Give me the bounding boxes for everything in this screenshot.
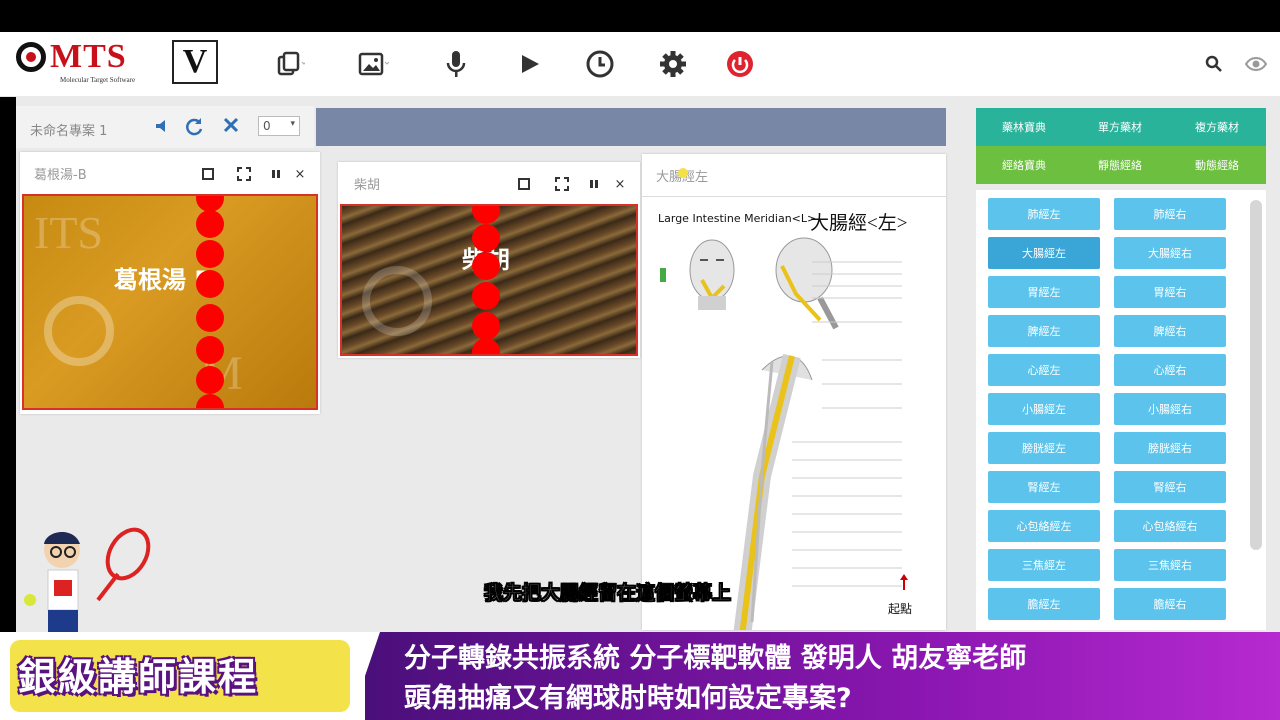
meridian-button[interactable]: 腎經左 bbox=[988, 471, 1100, 503]
meridian-illustration bbox=[660, 237, 908, 630]
microphone-icon[interactable] bbox=[438, 46, 474, 82]
fullscreen-icon[interactable] bbox=[236, 166, 252, 182]
scrollbar[interactable] bbox=[1250, 200, 1262, 550]
window-title: 柴胡 bbox=[354, 178, 381, 193]
refresh-icon[interactable] bbox=[184, 116, 204, 140]
close-window-icon[interactable]: × bbox=[612, 176, 628, 192]
resonance-dot bbox=[472, 282, 500, 310]
category-herb-encyclopedia[interactable]: 藥林寶典 bbox=[976, 108, 1072, 146]
category-panel: 藥林寶典 單方藥材 複方藥材 經絡寶典 靜態經絡 動態經絡 bbox=[976, 108, 1266, 184]
resonance-dot bbox=[472, 206, 500, 224]
window-title: 葛根湯-B bbox=[34, 168, 87, 183]
logo-text: MTS bbox=[50, 38, 127, 75]
eye-icon[interactable] bbox=[1238, 46, 1274, 82]
banner-line-1: 分子轉錄共振系統 分子標靶軟體 發明人 胡友寧老師 bbox=[404, 643, 1027, 674]
logo-version-badge: V bbox=[172, 40, 218, 84]
project-bar: 未命名專案 1 0 ▾ bbox=[16, 106, 314, 148]
video-subtitle: 我先把大腸經留在這個螢幕上 bbox=[484, 582, 732, 605]
power-icon[interactable] bbox=[722, 46, 758, 82]
meridian-button[interactable]: 大腸經右 bbox=[1114, 237, 1226, 269]
meridian-button[interactable]: 膽經右 bbox=[1114, 588, 1226, 620]
meridian-window: 大腸經左 Large Intestine Meridian<L> 大腸經<左> … bbox=[642, 154, 946, 630]
tennis-mascot bbox=[24, 527, 151, 632]
meridian-button[interactable]: 脾經右 bbox=[1114, 315, 1226, 347]
remedy-image-1[interactable]: ITS M 葛根湯 B bbox=[22, 194, 318, 410]
play-icon[interactable] bbox=[512, 46, 548, 82]
volume-icon[interactable] bbox=[154, 117, 170, 139]
banner-line-2: 頭角抽痛又有網球肘時如何設定專案? bbox=[404, 683, 852, 714]
meridian-button[interactable]: 小腸經右 bbox=[1114, 393, 1226, 425]
resonance-dot bbox=[472, 338, 500, 354]
cursor-highlight bbox=[678, 168, 688, 178]
remedy-window-2: 柴胡 × 柴胡 bbox=[338, 162, 640, 358]
meridian-button[interactable]: 腎經右 bbox=[1114, 471, 1226, 503]
resonance-dot bbox=[472, 252, 500, 280]
mts-logo: MTS Molecular Target Software bbox=[16, 38, 166, 88]
resonance-dot bbox=[472, 224, 500, 252]
resonance-dot bbox=[196, 304, 224, 332]
meridian-button[interactable]: 心經左 bbox=[988, 354, 1100, 386]
watermark: ITS bbox=[34, 207, 103, 258]
divider bbox=[642, 196, 946, 197]
maximize-icon[interactable] bbox=[200, 166, 216, 182]
meridian-heading-en: Large Intestine Meridian<L> bbox=[658, 212, 817, 225]
meridian-button[interactable]: 胃經右 bbox=[1114, 276, 1226, 308]
banner-diagonal bbox=[350, 632, 380, 720]
meridian-button[interactable]: 膀胱經左 bbox=[988, 432, 1100, 464]
resonance-dot bbox=[472, 312, 500, 340]
close-window-icon[interactable]: × bbox=[292, 166, 308, 182]
image-icon[interactable] bbox=[356, 46, 392, 82]
remedy-image-2[interactable]: 柴胡 bbox=[340, 204, 638, 356]
project-name[interactable]: 未命名專案 1 bbox=[30, 120, 107, 139]
meridian-button[interactable]: 心包絡經左 bbox=[988, 510, 1100, 542]
resonance-dot bbox=[196, 336, 224, 364]
chevron-down-icon: ▾ bbox=[290, 119, 295, 129]
resonance-dot bbox=[196, 270, 224, 298]
category-meridian-encyclopedia[interactable]: 經絡寶典 bbox=[976, 146, 1072, 184]
meridian-button[interactable]: 三焦經左 bbox=[988, 549, 1100, 581]
project-select-value: 0 bbox=[263, 119, 271, 133]
fullscreen-icon[interactable] bbox=[554, 176, 570, 192]
copy-icon[interactable] bbox=[272, 46, 308, 82]
remedy-window-1: 葛根湯-B × ITS M 葛根湯 B bbox=[20, 152, 320, 414]
watermark-logo bbox=[44, 296, 114, 366]
search-icon[interactable] bbox=[1196, 46, 1232, 82]
maximize-icon[interactable] bbox=[516, 176, 532, 192]
clock-icon[interactable] bbox=[582, 46, 618, 82]
meridian-button[interactable]: 胃經左 bbox=[988, 276, 1100, 308]
logo-target-dot bbox=[26, 52, 36, 62]
meridian-start-label: 起點 bbox=[888, 602, 913, 616]
course-badge: 銀級講師課程 bbox=[18, 655, 259, 699]
meridian-button[interactable]: 三焦經右 bbox=[1114, 549, 1226, 581]
category-static-meridians[interactable]: 靜態經絡 bbox=[1072, 146, 1168, 184]
meridian-button[interactable]: 心包絡經右 bbox=[1114, 510, 1226, 542]
project-header-bar bbox=[316, 108, 946, 146]
category-compound-herbs[interactable]: 複方藥材 bbox=[1168, 108, 1266, 146]
meridian-list-panel: 肺經左 肺經右 大腸經左 大腸經右 胃經左 胃經右 脾經左 脾經右 心經左 心經… bbox=[976, 190, 1266, 630]
meridian-button[interactable]: 肺經左 bbox=[988, 198, 1100, 230]
project-select[interactable]: 0 ▾ bbox=[258, 116, 300, 136]
meridian-button[interactable]: 心經右 bbox=[1114, 354, 1226, 386]
gear-icon[interactable] bbox=[655, 46, 691, 82]
close-project-icon[interactable] bbox=[222, 116, 240, 138]
pause-icon[interactable] bbox=[586, 176, 602, 192]
top-black-bar bbox=[0, 0, 1280, 32]
meridian-button-active[interactable]: 大腸經左 bbox=[988, 237, 1100, 269]
meridian-button[interactable]: 小腸經左 bbox=[988, 393, 1100, 425]
resonance-dot bbox=[196, 240, 224, 268]
watermark-logo bbox=[362, 266, 432, 336]
resonance-dot bbox=[196, 366, 224, 394]
meridian-button[interactable]: 脾經左 bbox=[988, 315, 1100, 347]
meridian-button[interactable]: 膀胱經右 bbox=[1114, 432, 1226, 464]
meridian-button[interactable]: 肺經右 bbox=[1114, 198, 1226, 230]
category-dynamic-meridians[interactable]: 動態經絡 bbox=[1168, 146, 1266, 184]
category-single-herbs[interactable]: 單方藥材 bbox=[1072, 108, 1168, 146]
pause-icon[interactable] bbox=[268, 166, 284, 182]
meridian-button[interactable]: 膽經左 bbox=[988, 588, 1100, 620]
logo-subtitle: Molecular Target Software bbox=[60, 76, 136, 84]
resonance-dot bbox=[196, 210, 224, 238]
